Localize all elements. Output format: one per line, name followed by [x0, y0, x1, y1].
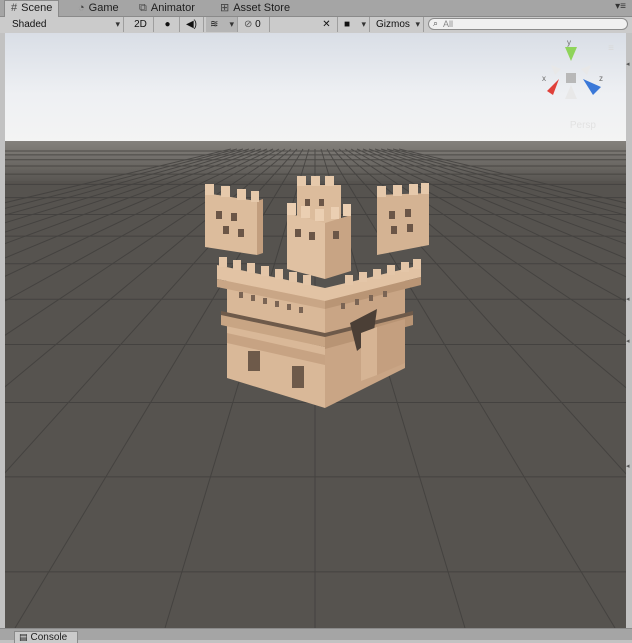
scene-viewport[interactable]: y x z ≡ Persp — [5, 33, 626, 628]
shading-mode-dropdown[interactable]: Shaded — [8, 17, 124, 32]
camera-dropdown[interactable]: ■ — [340, 17, 370, 32]
effects-dropdown[interactable]: ≋ — [206, 17, 238, 32]
lighting-toggle-button[interactable]: ● — [156, 17, 180, 32]
projection-label[interactable]: Persp — [570, 120, 596, 131]
tools-button[interactable]: ✕ — [316, 17, 338, 32]
tab-console-label: Console — [30, 632, 68, 643]
collapse-arrow-icon[interactable]: ◂ — [626, 296, 632, 303]
right-panel-edge: ◂ ◂ ◂ ◂ — [626, 33, 632, 628]
tab-animator-label: Animator — [150, 2, 195, 14]
gizmo-menu-icon[interactable]: ≡ — [608, 43, 614, 54]
tab-scene-label: Scene — [21, 2, 53, 14]
collapse-arrow-icon[interactable]: ◂ — [626, 463, 632, 470]
audio-toggle-button[interactable]: ◀︎) — [180, 17, 204, 32]
bottom-panel-tabs: ▤ Console — [0, 628, 632, 643]
pacman-icon: ◔ — [78, 2, 85, 14]
svg-text:z: z — [599, 74, 603, 83]
speaker-icon: ◀︎) — [185, 19, 198, 30]
toggle-2d-label: 2D — [134, 19, 147, 30]
tab-game-label: Game — [88, 2, 119, 14]
layers-icon: ≋ — [210, 19, 219, 30]
eye-slash-icon: ⊘ — [244, 19, 253, 30]
search-input[interactable] — [443, 19, 613, 29]
collapse-arrow-icon[interactable]: ◂ — [626, 338, 632, 345]
tab-animator[interactable]: ⧉ Animator — [133, 1, 201, 16]
search-icon: ⌕ — [433, 18, 439, 28]
animator-icon: ⧉ — [139, 2, 147, 14]
gizmos-dropdown[interactable]: Gizmos — [372, 17, 424, 32]
console-icon: ▤ — [19, 632, 28, 642]
toggle-2d-button[interactable]: 2D — [128, 17, 154, 32]
tab-game[interactable]: ◔ Game — [72, 1, 125, 16]
tab-asset-store[interactable]: ⊞ Asset Store — [214, 1, 296, 16]
lightbulb-icon: ● — [164, 19, 171, 30]
camera-icon: ■ — [344, 19, 351, 30]
gizmo-center-cube[interactable] — [566, 73, 576, 83]
tools-icon: ✕ — [322, 19, 331, 30]
hash-icon: # — [11, 2, 18, 14]
gizmos-label: Gizmos — [376, 19, 410, 30]
tab-scene[interactable]: # Scene — [4, 0, 60, 17]
tab-bar: # Scene ◔ Game ⧉ Animator ⊞ Asset Store ▾≡ — [0, 0, 632, 17]
store-icon: ⊞ — [220, 2, 230, 14]
svg-text:y: y — [567, 38, 571, 47]
svg-text:x: x — [542, 74, 546, 83]
shading-mode-label: Shaded — [12, 19, 47, 30]
tab-asset-store-label: Asset Store — [233, 2, 291, 14]
tab-console[interactable]: ▤ Console — [14, 631, 79, 643]
hidden-objects-count: 0 — [255, 19, 261, 30]
scene-search-field[interactable]: ⌕ — [428, 18, 628, 30]
sky — [5, 33, 626, 145]
scene-render: y x z — [5, 33, 626, 628]
tab-menu-icon[interactable]: ▾≡ — [615, 1, 626, 12]
collapse-arrow-icon[interactable]: ◂ — [626, 61, 632, 68]
scene-toolbar: Shaded 2D ● ◀︎) ≋ ⊘ 0 ✕ ■ Gizmos ⌕ — [0, 17, 632, 34]
hidden-objects-toggle[interactable]: ⊘ 0 — [240, 17, 270, 32]
